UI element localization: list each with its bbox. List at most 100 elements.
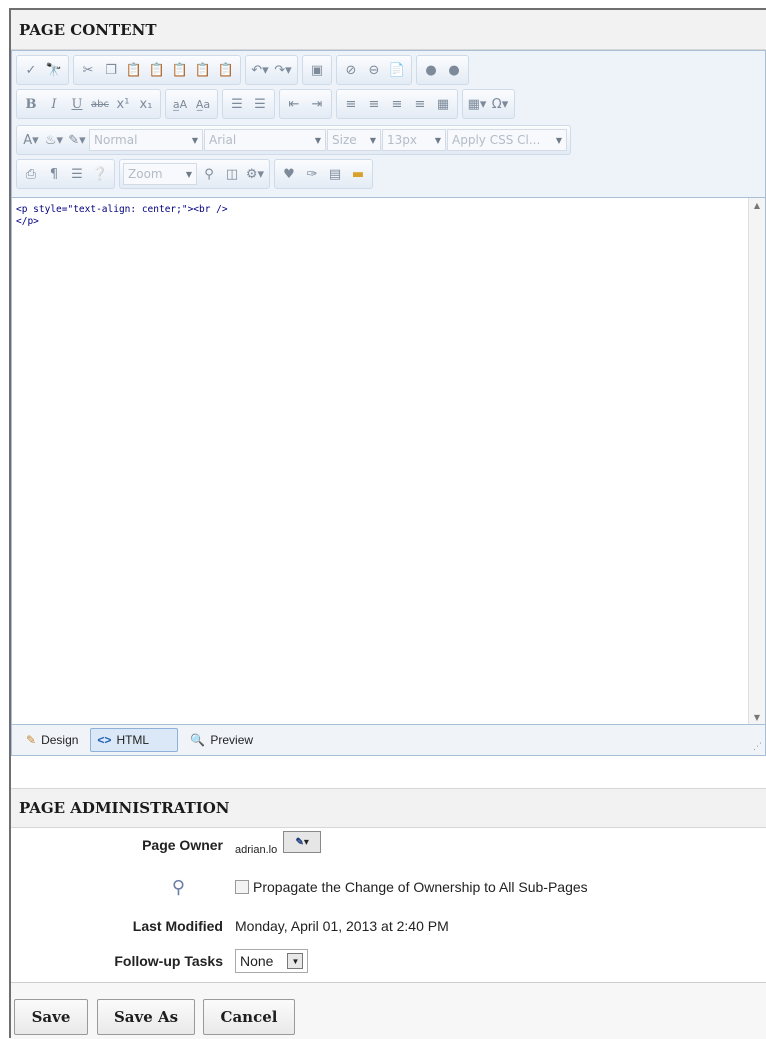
highlight-color-icon[interactable]: ♨▾ [43, 129, 65, 151]
subscript-icon[interactable]: x₁ [135, 93, 157, 115]
module-manager-icon[interactable]: ⚲ [198, 163, 220, 185]
align-right-icon[interactable]: ≡ [386, 93, 408, 115]
find-replace-icon[interactable]: 🔭 [43, 59, 65, 81]
numbered-list-icon[interactable]: ☰ [226, 93, 248, 115]
save-as-button[interactable]: Save As [97, 999, 195, 1035]
paste-icon[interactable]: 📋 [123, 59, 145, 81]
paste-word-icon[interactable]: 📋 [146, 59, 168, 81]
page-administration-header: PAGE ADMINISTRATION [11, 788, 766, 828]
toolbar-group: ☰ ☰ [222, 89, 275, 119]
followup-tasks-value: None [240, 953, 274, 969]
strikethrough-icon[interactable]: abc [89, 93, 111, 115]
tab-design-label: Design [41, 733, 79, 747]
outdent-icon[interactable]: ⇤ [283, 93, 305, 115]
insert-component-icon[interactable]: ● [420, 59, 442, 81]
toolbar-group: ● ● [416, 55, 469, 85]
align-center-icon[interactable]: ≡ [363, 93, 385, 115]
page-owner-row: Page Owner adrian.lo ✎ ▾ [11, 828, 766, 862]
font-color-icon[interactable]: A▾ [20, 129, 42, 151]
hyperlink-icon[interactable]: ⊘ [340, 59, 362, 81]
insert-media-icon[interactable]: ▤ [324, 163, 346, 185]
indent-icon[interactable]: ⇥ [306, 93, 328, 115]
select-owner-button[interactable]: ✎ ▾ [283, 831, 322, 853]
toolbar-group: ✂ ❐ 📋 📋 📋 📋 📋 [73, 55, 241, 85]
remove-link-icon[interactable]: ⊖ [363, 59, 385, 81]
toggle-screen-icon[interactable]: ◫ [221, 163, 243, 185]
toolbar-row-3: A▾ ♨▾ ✎▾ Normal ▼ Arial ▼ Size ▼ 13px ▼ Appl… [16, 125, 571, 155]
pencil-icon: ✎ [26, 733, 37, 747]
cut-icon[interactable]: ✂ [77, 59, 99, 81]
convert-uppercase-icon[interactable]: A̲a [192, 93, 214, 115]
paragraph-style-dropdown[interactable]: Normal ▼ [89, 129, 203, 151]
image-manager-icon[interactable]: ▣ [306, 59, 328, 81]
code-icon: <> [97, 733, 112, 747]
underline-icon[interactable]: U [66, 93, 88, 115]
align-left-icon[interactable]: ≡ [340, 93, 362, 115]
format-block-icon[interactable]: ☰ [66, 163, 88, 185]
toolbar-row-4: ⎙ ¶ ☰ ❔ Zoom ▼ ⚲ ◫ ⚙▾ ♥ ✑ ▤ ▬ [16, 159, 373, 189]
copy-icon[interactable]: ❐ [100, 59, 122, 81]
page-content-title: PAGE CONTENT [19, 20, 157, 39]
redo-icon[interactable]: ↷▾ [272, 59, 294, 81]
spellcheck-icon[interactable]: ✓ [20, 59, 42, 81]
flash-manager-icon[interactable]: ♥ [278, 163, 300, 185]
insert-image-icon[interactable]: ▬ [347, 163, 369, 185]
propagate-icon-cell: ⚲ [11, 877, 235, 898]
propagate-row: ⚲ Propagate the Change of Ownership to A… [11, 870, 766, 904]
last-modified-value: Monday, April 01, 2013 at 2:40 PM [235, 918, 449, 934]
toolbar-group: ▦▾ Ω▾ [462, 89, 515, 119]
hierarchy-icon: ⚲ [171, 876, 185, 897]
html-source-textarea[interactable]: <p style="text-align: center;"><br /> </… [12, 198, 750, 724]
insert-widget-icon[interactable]: ● [443, 59, 465, 81]
page-content-header: PAGE CONTENT [11, 10, 766, 50]
propagate-checkbox[interactable] [235, 880, 249, 894]
chevron-down-icon: ▼ [287, 953, 304, 969]
insert-table-icon[interactable]: ▦▾ [466, 93, 488, 115]
tab-html-label: HTML [116, 733, 150, 747]
format-stripper-icon[interactable]: ✎▾ [66, 129, 88, 151]
apply-css-class-dropdown[interactable]: Apply CSS Cl... ▼ [447, 129, 567, 151]
template-manager-icon[interactable]: ✑ [301, 163, 323, 185]
document-manager-icon[interactable]: 📄 [386, 59, 408, 81]
cancel-button[interactable]: Cancel [203, 999, 295, 1035]
insert-symbol-icon[interactable]: Ω▾ [489, 93, 511, 115]
justify-icon[interactable]: ≡ [409, 93, 431, 115]
save-button[interactable]: Save [14, 999, 88, 1035]
tab-preview[interactable]: 🔍 Preview [184, 728, 259, 752]
remove-alignment-icon[interactable]: ▦ [432, 93, 454, 115]
track-changes-icon[interactable]: ⚙▾ [244, 163, 266, 185]
paste-format-icon[interactable]: 📋 [215, 59, 237, 81]
followup-tasks-select[interactable]: None ▼ [235, 949, 309, 973]
magnifier-icon: 🔍 [190, 733, 206, 747]
font-name-dropdown[interactable]: Arial ▼ [204, 129, 326, 151]
action-footer: Save Save As Cancel [11, 982, 766, 1039]
tab-html[interactable]: <> HTML [90, 728, 179, 752]
paste-html-icon[interactable]: 📋 [192, 59, 214, 81]
help-icon[interactable]: ❔ [89, 163, 111, 185]
editor-toolbar: ✓ 🔭 ✂ ❐ 📋 📋 📋 📋 📋 ↶▾ ↷▾ ▣ ⊘ ⊖ 📄 ● ● B I … [12, 51, 765, 198]
toolbar-group: A▾ ♨▾ ✎▾ Normal ▼ Arial ▼ Size ▼ 13px ▼ Appl… [16, 125, 571, 155]
toolbar-group: ▣ [302, 55, 332, 85]
last-modified-label: Last Modified [132, 918, 223, 934]
print-icon[interactable]: ⎙ [20, 163, 42, 185]
toolbar-group: Zoom ▼ ⚲ ◫ ⚙▾ [119, 159, 270, 189]
user-selector-icon: ✎ [295, 836, 304, 848]
editor-scrollbar[interactable]: ▲ ▼ [748, 198, 765, 724]
zoom-dropdown[interactable]: Zoom ▼ [123, 163, 197, 185]
editor-mode-bar: ✎ Design <> HTML 🔍 Preview ⋰ [12, 724, 765, 755]
paste-text-icon[interactable]: 📋 [169, 59, 191, 81]
tab-design[interactable]: ✎ Design [20, 728, 84, 752]
resize-grip-icon[interactable]: ⋰ [753, 742, 762, 752]
undo-icon[interactable]: ↶▾ [249, 59, 271, 81]
paragraph-marks-icon[interactable]: ¶ [43, 163, 65, 185]
real-font-size-dropdown[interactable]: 13px ▼ [382, 129, 446, 151]
font-size-dropdown[interactable]: Size ▼ [327, 129, 381, 151]
bulleted-list-icon[interactable]: ☰ [249, 93, 271, 115]
italic-icon[interactable]: I [43, 93, 65, 115]
superscript-icon[interactable]: x¹ [112, 93, 134, 115]
page-administration-title: PAGE ADMINISTRATION [19, 799, 230, 817]
scroll-up-arrow-icon[interactable]: ▲ [749, 198, 765, 212]
convert-lowercase-icon[interactable]: a̲A [169, 93, 191, 115]
bold-icon[interactable]: B [20, 93, 42, 115]
scroll-down-arrow-icon[interactable]: ▼ [749, 710, 765, 724]
